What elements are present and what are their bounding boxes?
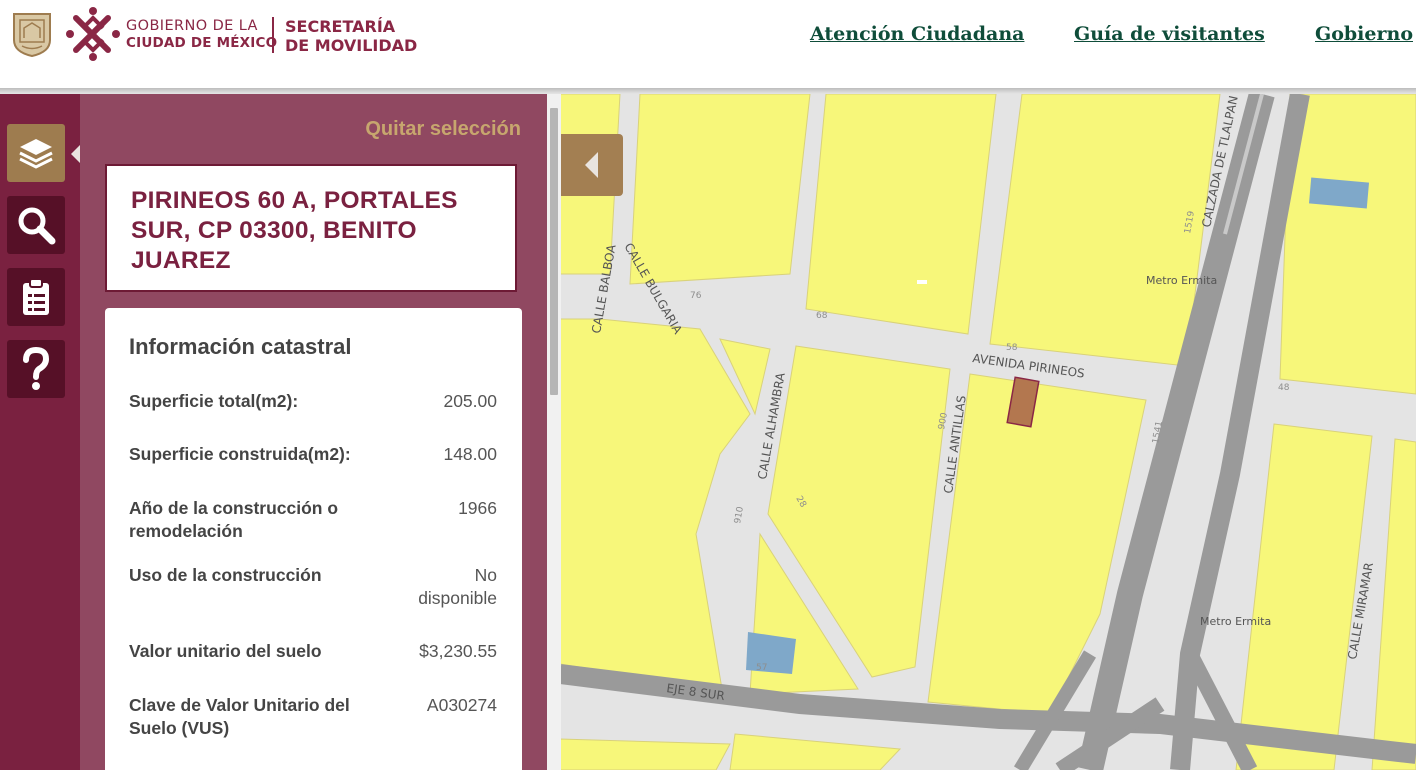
info-value-clave-vus: A030274 xyxy=(426,695,497,715)
water-area xyxy=(1308,177,1370,209)
cadastral-info-card: Información catastral Superficie total(m… xyxy=(105,308,522,770)
sec-line-2: DE MOVILIDAD xyxy=(285,36,418,55)
cdmx-logo xyxy=(66,7,120,61)
number-48: 48 xyxy=(1278,383,1290,393)
collapse-panel-button[interactable] xyxy=(561,134,623,196)
address-text: PIRINEOS 60 A, PORTALES SUR, CP 03300, B… xyxy=(131,187,458,274)
clipboard-icon xyxy=(23,278,49,315)
info-value-valor-unitario: $3,230.55 xyxy=(419,641,497,661)
info-value-superficie-total: 205.00 xyxy=(443,391,497,411)
info-row: Clave de Valor Unitario del Suelo (VUS) … xyxy=(129,694,497,740)
help-icon xyxy=(23,347,50,390)
layers-button[interactable] xyxy=(7,124,65,182)
water-area xyxy=(746,632,796,674)
gov-line-1: GOBIERNO DE LA xyxy=(126,18,258,34)
active-tool-indicator xyxy=(71,145,80,163)
info-row: Uso de la construcción No disponible xyxy=(129,564,497,610)
search-icon xyxy=(18,207,56,245)
site-header: GOBIERNO DE LA CIUDAD DE MÉXICO SECRETAR… xyxy=(0,0,1416,88)
info-row: Año de la construcción o remodelación 19… xyxy=(129,497,497,543)
search-button[interactable] xyxy=(7,196,65,254)
info-row: Superficie total(m2): 205.00 xyxy=(129,390,497,413)
help-button[interactable] xyxy=(7,340,65,398)
number-76: 76 xyxy=(690,291,702,301)
info-label-clave-vus: Clave de Valor Unitario del Suelo (VUS) xyxy=(129,695,350,738)
nav-guia-visitantes[interactable]: Guía de visitantes xyxy=(1074,23,1265,45)
gov-line-2: CIUDAD DE MÉXICO xyxy=(126,35,278,51)
info-label-superficie-total: Superficie total(m2): xyxy=(129,391,299,411)
info-value-superficie-construida: 148.00 xyxy=(443,444,497,464)
layers-icon xyxy=(19,139,53,169)
panel-scrollbar-thumb[interactable] xyxy=(550,108,558,395)
secretaria-name: SECRETARÍA DE MOVILIDAD xyxy=(285,17,417,55)
government-name: GOBIERNO DE LA CIUDAD DE MÉXICO xyxy=(126,18,277,52)
nav-gobierno[interactable]: Gobierno xyxy=(1315,23,1413,45)
nav-atencion-ciudadana[interactable]: Atención Ciudadana xyxy=(810,23,1024,45)
sec-line-1: SECRETARÍA xyxy=(285,17,396,36)
number-68: 68 xyxy=(816,311,828,321)
cadastral-info-title: Información catastral xyxy=(129,334,352,359)
logo-divider xyxy=(272,17,274,53)
info-value-anio-construccion: 1966 xyxy=(458,498,497,518)
info-label-superficie-construida: Superficie construida(m2): xyxy=(129,444,351,464)
info-row: Superficie construida(m2): 148.00 xyxy=(129,443,497,466)
clear-selection-button[interactable]: Quitar selección xyxy=(365,118,521,141)
number-57: 57 xyxy=(756,663,767,673)
tool-rail xyxy=(0,94,80,770)
map-marker xyxy=(917,280,927,284)
label-metro-ermita-1: Metro Ermita xyxy=(1146,274,1217,287)
label-metro-ermita-2: Metro Ermita xyxy=(1200,615,1271,628)
number-58: 58 xyxy=(1006,343,1018,353)
info-panel: Quitar selección PIRINEOS 60 A, PORTALES… xyxy=(80,94,547,770)
cdmx-seal-logo xyxy=(13,13,51,58)
info-row: Valor unitario del suelo $3,230.55 xyxy=(129,640,497,663)
info-label-valor-unitario: Valor unitario del suelo xyxy=(129,641,322,661)
chevron-left-icon xyxy=(585,152,598,178)
info-label-anio-construccion: Año de la construcción o remodelación xyxy=(129,498,339,541)
info-label-uso-construccion: Uso de la construcción xyxy=(129,565,322,585)
info-value-uso-construccion: No disponible xyxy=(418,565,497,608)
report-button[interactable] xyxy=(7,268,65,326)
address-card: PIRINEOS 60 A, PORTALES SUR, CP 03300, B… xyxy=(105,164,517,292)
